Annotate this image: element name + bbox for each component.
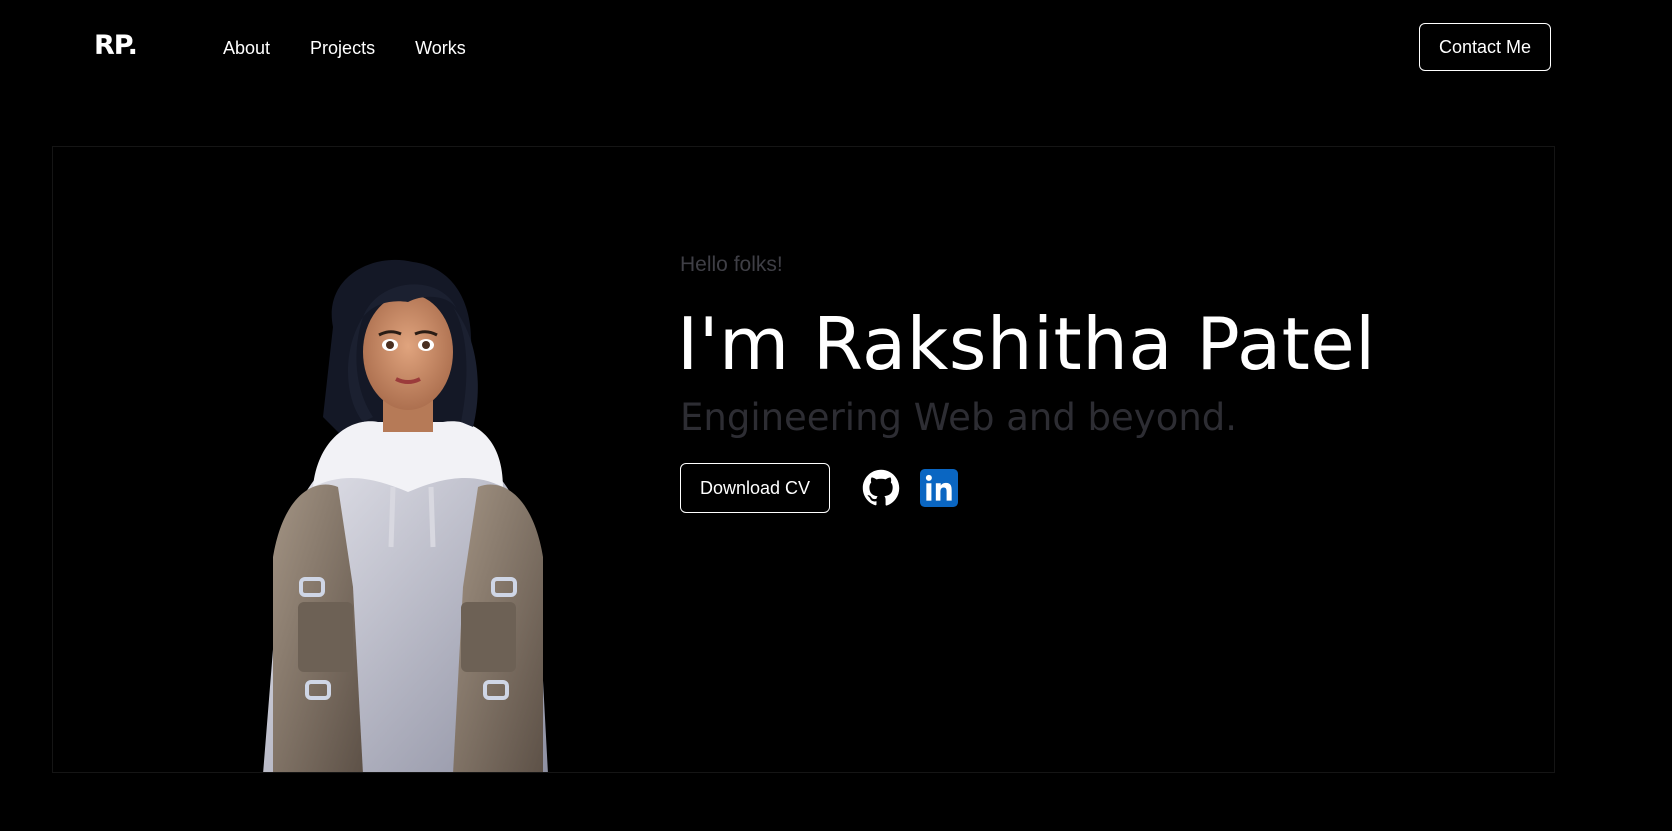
download-cv-button[interactable]: Download CV [680,463,830,513]
avatar-illustration [263,259,548,772]
nav-link-projects[interactable]: Projects [310,38,375,59]
main-nav: About Projects Works [223,38,466,59]
greeting-text: Hello folks! [680,253,783,276]
linkedin-icon[interactable] [920,469,958,507]
hero-tagline: Engineering Web and beyond. [680,396,1238,439]
nav-link-about[interactable]: About [223,38,270,59]
nav-link-works[interactable]: Works [415,38,466,59]
hero-section: Hello folks! I'm Rakshitha Patel Enginee… [52,146,1555,773]
site-logo[interactable]: RP. [94,30,138,61]
hero-name: I'm Rakshitha Patel [677,302,1376,386]
contact-me-button[interactable]: Contact Me [1419,23,1551,71]
github-icon[interactable] [862,469,900,507]
